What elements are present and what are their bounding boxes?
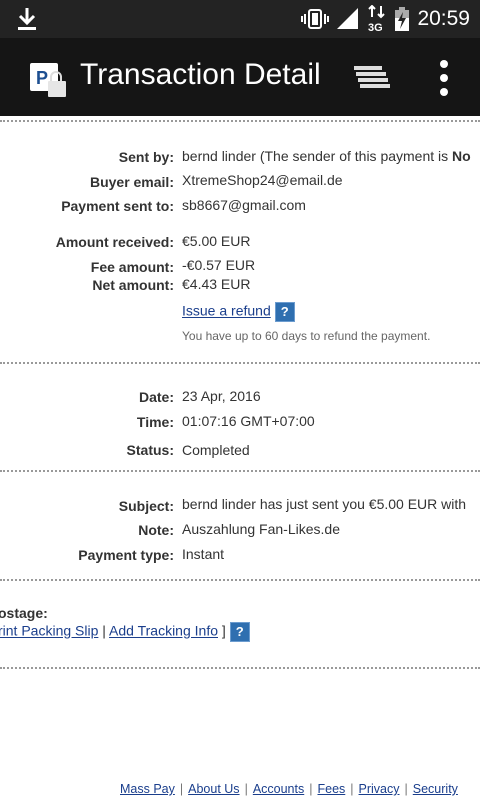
date-label: Date: (138, 389, 174, 405)
signal-icon (337, 8, 359, 29)
footer-link-security[interactable]: Security (413, 782, 458, 796)
battery-charging-icon (395, 7, 410, 31)
more-options-icon[interactable] (430, 58, 458, 98)
help-icon[interactable]: ? (229, 622, 250, 642)
issue-refund-link[interactable]: Issue a refund (182, 303, 271, 319)
fee-amount-value: -€0.57 EUR (182, 257, 256, 273)
status-value: Completed (182, 442, 250, 458)
app-bar: P Transaction Detail (0, 38, 480, 116)
divider (0, 120, 480, 122)
sent-by-label: Sent by: (118, 149, 174, 165)
footer-separator: | (350, 782, 354, 796)
page-title: Transaction Detail (80, 58, 321, 91)
fee-amount-label: Fee amount: (90, 259, 174, 275)
payment-type-label: Payment type: (78, 547, 174, 563)
vibrate-icon (301, 9, 330, 29)
close-bracket: ] (221, 622, 226, 639)
amount-received-label: Amount received: (55, 234, 174, 250)
footer-link-mass-pay[interactable]: Mass Pay (120, 782, 175, 796)
buyer-email-value: XtremeShop24@email.de (182, 172, 343, 188)
subject-value: bernd linder has just sent you €5.00 EUR… (182, 496, 467, 512)
divider (0, 470, 480, 472)
payment-sent-to-value: sb8667@gmail.com (182, 197, 306, 213)
help-icon[interactable]: ? (274, 302, 295, 322)
sent-by-value: bernd linder (The sender of this payment… (182, 148, 471, 164)
date-value: 23 Apr, 2016 (182, 388, 261, 404)
amount-received-value: €5.00 EUR (182, 233, 251, 249)
link-separator: | (102, 622, 106, 639)
net-amount-label: Net amount: (92, 277, 174, 293)
time-value: 01:07:16 GMT+07:00 (182, 413, 315, 429)
footer-separator: | (244, 782, 248, 796)
postage-actions: rint Packing Slip | Add Tracking Info ]? (0, 622, 250, 642)
add-tracking-info-link[interactable]: Add Tracking Info (109, 623, 218, 639)
note-label: Note: (138, 522, 174, 538)
print-packing-slip-link[interactable]: rint Packing Slip (0, 623, 98, 639)
svg-text:P: P (36, 68, 48, 88)
net-amount-value: €4.43 EUR (182, 276, 251, 292)
refund-note: You have up to 60 days to refund the pay… (182, 329, 431, 343)
postage-label: ostage: (0, 605, 48, 621)
footer-link-privacy[interactable]: Privacy (359, 782, 400, 796)
footer-link-fees[interactable]: Fees (317, 782, 345, 796)
paypal-lock-icon: P (30, 63, 66, 97)
footer-separator: | (404, 782, 408, 796)
divider (0, 667, 480, 669)
footer-separator: | (309, 782, 313, 796)
status-label: Status: (126, 442, 174, 458)
transaction-content: Sent by: bernd linder (The sender of thi… (0, 116, 480, 800)
payment-sent-to-label: Payment sent to: (61, 198, 174, 214)
footer-separator: | (179, 782, 184, 796)
sent-by-suffix: No (452, 148, 471, 164)
download-icon (18, 8, 36, 30)
divider (0, 362, 480, 364)
status-time: 20:59 (417, 7, 470, 30)
divider (0, 579, 480, 581)
payment-type-value: Instant (182, 546, 225, 562)
sent-by-name: bernd linder (The sender of this payment… (182, 148, 453, 164)
svg-text:3G: 3G (368, 22, 383, 33)
footer-link-about-us[interactable]: About Us (188, 782, 239, 796)
status-bar: 3G 20:59 (0, 0, 480, 38)
time-label: Time: (136, 414, 174, 430)
subject-label: Subject: (118, 498, 174, 514)
list-menu-icon[interactable] (354, 62, 390, 94)
note-value: Auszahlung Fan-Likes.de (182, 521, 340, 537)
footer-link-accounts[interactable]: Accounts (253, 782, 304, 796)
footer-links: Mass Pay | About Us | Accounts | Fees | Privacy |… (120, 782, 458, 796)
network-3g-icon: 3G (368, 5, 386, 33)
buyer-email-label: Buyer email: (89, 174, 174, 190)
refund-row: Issue a refund? (182, 302, 295, 322)
